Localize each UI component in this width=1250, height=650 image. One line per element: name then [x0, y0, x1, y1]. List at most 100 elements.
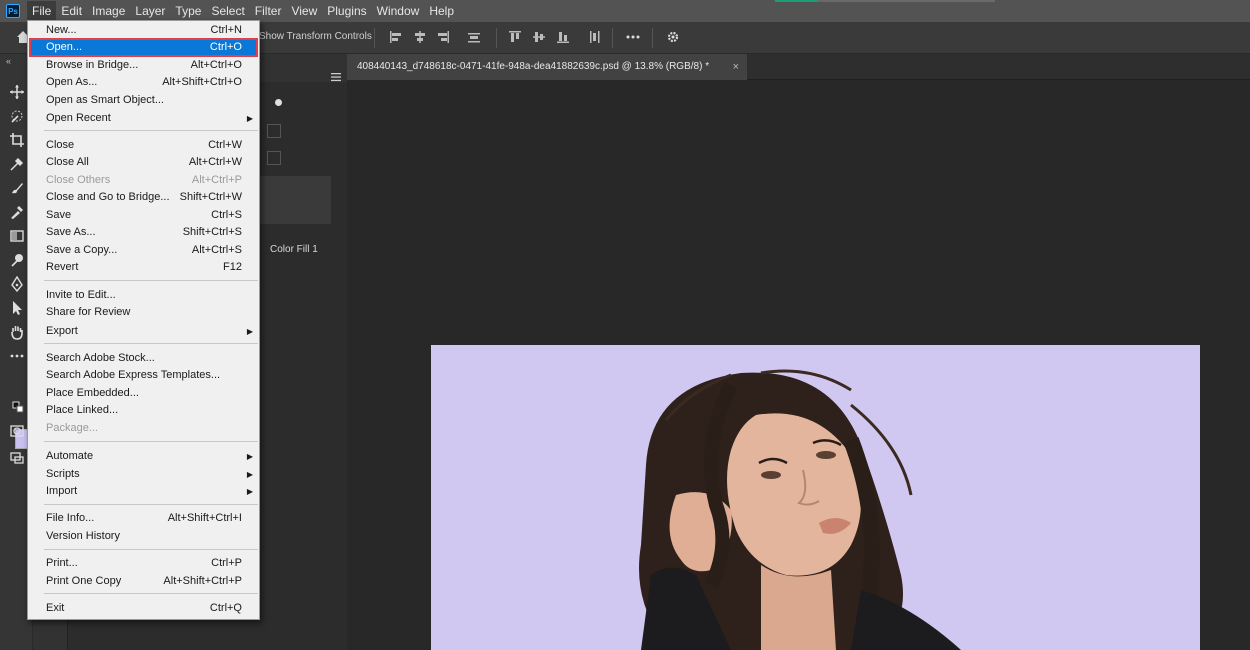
- more-options-icon[interactable]: [626, 30, 640, 44]
- menu-item-new[interactable]: New... Ctrl+N: [30, 22, 257, 39]
- menu-separator: [44, 343, 258, 344]
- path-selection-tool-icon[interactable]: [9, 300, 25, 316]
- menu-separator: [44, 504, 258, 505]
- submenu-arrow-icon: ▶: [246, 470, 253, 479]
- menu-item-package: Package...: [46, 422, 98, 434]
- menu-separator: [44, 130, 258, 131]
- menu-item-save-as[interactable]: Save As... Shift+Ctrl+S: [30, 224, 257, 241]
- gear-icon[interactable]: [666, 30, 680, 44]
- menu-item-share-for-review[interactable]: Share for Review: [30, 304, 257, 321]
- align-left-icon[interactable]: [389, 30, 403, 44]
- document-tab-title: 408440143_d748618c-0471-41fe-948a-dea418…: [357, 61, 710, 72]
- collapse-panel-icon[interactable]: «: [6, 56, 11, 66]
- document-tabs: 408440143_d748618c-0471-41fe-948a-dea418…: [347, 54, 1250, 80]
- menu-item-save[interactable]: Save Ctrl+S: [30, 207, 257, 224]
- gradient-tool-icon[interactable]: [9, 228, 25, 244]
- divider: [612, 28, 613, 48]
- screen-mode-icon[interactable]: [9, 450, 25, 466]
- submenu-arrow-icon: ▶: [246, 327, 253, 336]
- menu-item-invite-to-edit[interactable]: Invite to Edit...: [30, 287, 257, 304]
- magic-wand-tool-icon[interactable]: [9, 108, 25, 124]
- menu-type[interactable]: Type: [170, 1, 206, 21]
- menu-image[interactable]: Image: [87, 1, 130, 21]
- submenu-arrow-icon: ▶: [246, 487, 253, 496]
- layer-name[interactable]: Color Fill 1: [270, 244, 318, 255]
- menu-file[interactable]: File: [27, 1, 57, 21]
- menu-select[interactable]: Select: [206, 1, 249, 21]
- menu-item-close-and-go-to-bridge[interactable]: Close and Go to Bridge... Shift+Ctrl+W: [30, 189, 257, 206]
- menu-item-file-info[interactable]: File Info... Alt+Shift+Ctrl+I: [30, 510, 257, 527]
- menu-item-import[interactable]: Import ▶: [30, 483, 257, 500]
- align-horizontal-center-icon[interactable]: [413, 30, 427, 44]
- menu-item-print[interactable]: Print... Ctrl+P: [30, 555, 257, 572]
- menu-item-close[interactable]: Close Ctrl+W: [30, 137, 257, 154]
- submenu-arrow-icon: ▶: [246, 452, 253, 461]
- brush-tool-icon[interactable]: [9, 180, 25, 196]
- menu-item-place-embedded[interactable]: Place Embedded...: [30, 385, 257, 402]
- align-right-icon[interactable]: [436, 30, 450, 44]
- file-menu: New... Ctrl+N Open... Ctrl+O Browse in Bri…: [27, 20, 260, 620]
- clone-stamp-tool-icon[interactable]: [9, 204, 25, 220]
- quick-mask-icon[interactable]: [9, 423, 25, 439]
- fill-option-box[interactable]: [267, 151, 281, 165]
- title-bar-accent: [775, 0, 995, 2]
- align-vertical-center-icon[interactable]: [532, 30, 546, 44]
- close-icon[interactable]: ×: [733, 54, 739, 80]
- distribute-icon[interactable]: [467, 30, 481, 44]
- menu-item-scripts[interactable]: Scripts ▶: [30, 466, 257, 483]
- hand-tool-icon[interactable]: [9, 324, 25, 340]
- more-tools-icon[interactable]: [9, 348, 25, 364]
- menu-view[interactable]: View: [286, 1, 322, 21]
- eyedropper-tool-icon[interactable]: [9, 156, 25, 172]
- dodge-tool-icon[interactable]: [9, 252, 25, 268]
- document-tab[interactable]: 408440143_d748618c-0471-41fe-948a-dea418…: [347, 54, 747, 80]
- menu-item-export[interactable]: Export ▶: [30, 323, 257, 340]
- menu-item-close-others: Close Others Alt+Ctrl+P: [46, 174, 242, 186]
- menu-edit[interactable]: Edit: [56, 1, 87, 21]
- menu-window[interactable]: Window: [372, 1, 425, 21]
- menu-item-open-as-smart-object[interactable]: Open as Smart Object...: [30, 92, 257, 109]
- menu-separator: [44, 549, 258, 550]
- menu-item-open[interactable]: Open... Ctrl+O: [29, 38, 258, 57]
- canvas-area[interactable]: [347, 80, 1250, 650]
- align-bottom-icon[interactable]: [556, 30, 570, 44]
- menu-item-revert[interactable]: Revert F12: [30, 259, 257, 276]
- submenu-arrow-icon: ▶: [246, 114, 253, 123]
- menu-bar: Ps File Edit Image Layer Type Select Fil…: [0, 0, 1250, 22]
- layer-row[interactable]: [259, 176, 331, 224]
- lock-option-box[interactable]: [267, 124, 281, 138]
- divider: [374, 28, 375, 48]
- menu-item-browse-in-bridge[interactable]: Browse in Bridge... Alt+Ctrl+O: [30, 57, 257, 74]
- menu-separator: [44, 280, 258, 281]
- menu-item-place-linked[interactable]: Place Linked...: [30, 402, 257, 419]
- move-tool-icon[interactable]: [9, 84, 25, 100]
- document-canvas[interactable]: [431, 345, 1200, 650]
- menu-item-automate[interactable]: Automate ▶: [30, 448, 257, 465]
- menu-item-print-one-copy[interactable]: Print One Copy Alt+Shift+Ctrl+P: [30, 573, 257, 590]
- default-colors-icon[interactable]: [12, 401, 24, 413]
- panel-option-indicator[interactable]: [275, 99, 282, 106]
- menu-item-search-adobe-stock[interactable]: Search Adobe Stock...: [30, 350, 257, 367]
- menu-item-open-recent[interactable]: Open Recent ▶: [30, 110, 257, 127]
- menu-item-save-a-copy[interactable]: Save a Copy... Alt+Ctrl+S: [30, 242, 257, 259]
- photoshop-logo-icon: Ps: [6, 4, 20, 18]
- menu-item-exit[interactable]: Exit Ctrl+Q: [30, 600, 257, 617]
- menu-filter[interactable]: Filter: [250, 1, 287, 21]
- divider: [652, 28, 653, 48]
- pen-tool-icon[interactable]: [9, 276, 25, 292]
- menu-separator: [44, 593, 258, 594]
- menu-item-search-adobe-express-templates[interactable]: Search Adobe Express Templates...: [30, 367, 257, 384]
- menu-plugins[interactable]: Plugins: [322, 1, 371, 21]
- menu-help[interactable]: Help: [424, 1, 459, 21]
- crop-tool-icon[interactable]: [9, 132, 25, 148]
- portrait-photo: [639, 369, 961, 650]
- show-transform-controls-label[interactable]: Show Transform Controls: [259, 31, 372, 42]
- menu-separator: [44, 441, 258, 442]
- distribute-vertical-icon[interactable]: [587, 30, 601, 44]
- panel-menu-icon[interactable]: [331, 72, 341, 82]
- menu-item-open-as[interactable]: Open As... Alt+Shift+Ctrl+O: [30, 74, 257, 91]
- menu-item-close-all[interactable]: Close All Alt+Ctrl+W: [30, 154, 257, 171]
- menu-item-version-history[interactable]: Version History: [30, 528, 257, 545]
- align-top-icon[interactable]: [508, 30, 522, 44]
- menu-layer[interactable]: Layer: [130, 1, 170, 21]
